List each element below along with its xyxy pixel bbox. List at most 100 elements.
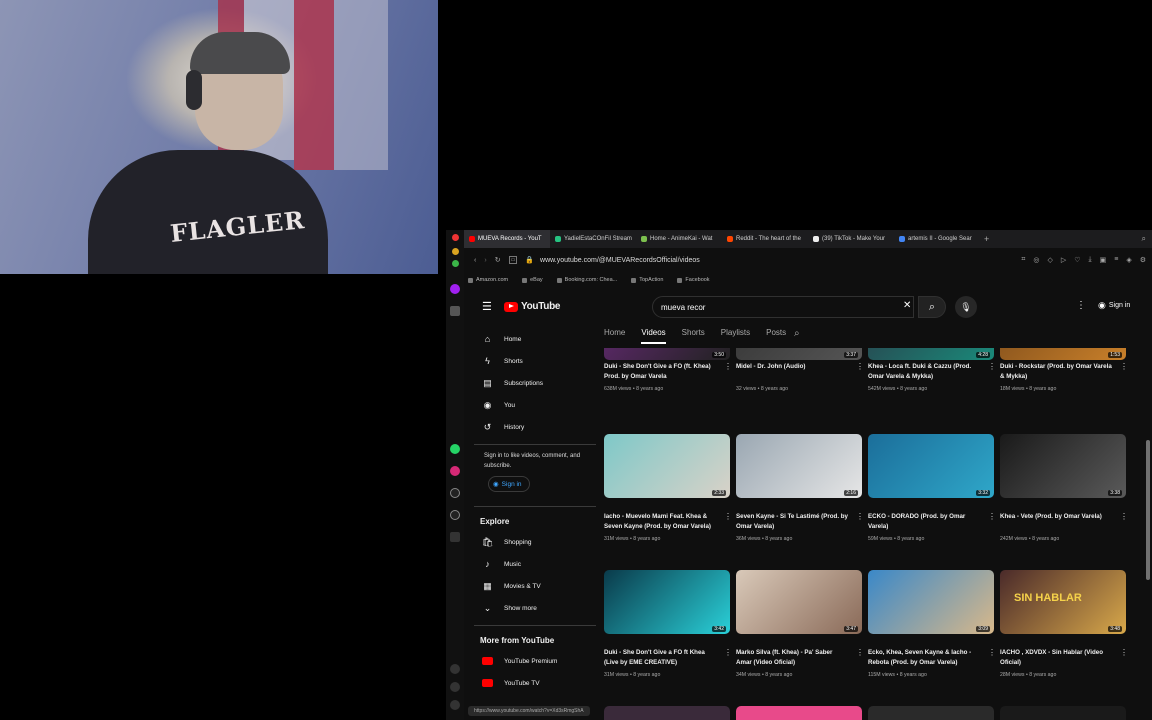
video-title[interactable]: Khea - Loca ft. Duki & Cazzu (Prod. Omar…: [868, 362, 980, 382]
channel-tab[interactable]: Home: [604, 328, 625, 344]
browser-tab[interactable]: artemis II - Google Sear: [894, 230, 980, 248]
video-kebab-icon[interactable]: ⋮: [1120, 648, 1128, 657]
video-title[interactable]: Iacho - Muevelo Mami Feat. Khea & Seven …: [604, 512, 716, 532]
bookmark-item[interactable]: TopAction: [631, 277, 663, 283]
sidebar-sign-in-button[interactable]: ◉ Sign in: [488, 476, 530, 492]
tab-search-icon[interactable]: ⌕: [1142, 234, 1146, 244]
video-card[interactable]: SIN HABLAR 3:48 IACHO , XDVDX - Sin Hablar…: [1000, 570, 1128, 690]
sidebar-item[interactable]: ▤ Subscriptions: [474, 372, 596, 394]
whatsapp-icon[interactable]: [450, 444, 460, 454]
channel-tab[interactable]: Shorts: [682, 328, 705, 344]
video-title[interactable]: Ecko, Khea, Seven Kayne & Iacho - Rebota…: [868, 648, 980, 668]
bookmark-item[interactable]: Facebook: [677, 277, 710, 283]
video-thumbnail[interactable]: 1:53: [1000, 348, 1126, 360]
video-kebab-icon[interactable]: ⋮: [724, 648, 732, 657]
site-info-icon[interactable]: ▭: [508, 256, 518, 264]
bookmark-add-icon[interactable]: ◇: [1047, 256, 1052, 264]
browser-tab[interactable]: Home - AnimeKai - Wat: [636, 230, 722, 248]
video-title[interactable]: ECKO - DORADO (Prod. by Omar Varela): [868, 512, 980, 532]
video-card[interactable]: 3:38 Khea - Vete (Prod. by Omar Varela) ⋮ 2…: [1000, 434, 1128, 554]
video-card[interactable]: 3:09 Ecko, Khea, Seven Kayne & Iacho - Re…: [868, 570, 996, 690]
channel-tab[interactable]: Posts: [766, 328, 786, 344]
sidebar-item[interactable]: ◉ You: [474, 394, 596, 416]
scrollbar[interactable]: [1146, 440, 1150, 580]
video-title[interactable]: Duki - She Don't Give a FO ft Khea (Live…: [604, 648, 716, 668]
video-thumbnail[interactable]: 2:16: [736, 434, 862, 498]
back-icon[interactable]: ‹: [474, 257, 476, 264]
sidebar-item[interactable]: ⌄ Show more: [474, 597, 596, 619]
extensions-icon[interactable]: ◈: [1126, 256, 1131, 264]
maximize-dot[interactable]: [452, 260, 459, 267]
video-kebab-icon[interactable]: ⋮: [988, 512, 996, 521]
sidebar-item[interactable]: YouTube TV: [474, 672, 596, 694]
channel-tab[interactable]: Videos: [641, 328, 666, 344]
heart-icon[interactable]: [450, 664, 460, 674]
video-title[interactable]: IACHO , XDVDX - Sin Hablar (Video Oficia…: [1000, 648, 1112, 668]
instagram-icon[interactable]: [450, 466, 460, 476]
video-title[interactable]: Khea - Vete (Prod. by Omar Varela): [1000, 512, 1112, 522]
video-kebab-icon[interactable]: ⋮: [856, 648, 864, 657]
video-thumbnail[interactable]: 3:09: [868, 570, 994, 634]
video-title[interactable]: Duki - She Don't Give a FO (ft. Khea) Pr…: [604, 362, 716, 382]
search-button[interactable]: ⌕: [918, 296, 946, 318]
player-icon[interactable]: ▷: [1061, 256, 1066, 264]
video-thumbnail-partial[interactable]: [604, 706, 730, 720]
browser-tab[interactable]: (39) TikTok - Make Your: [808, 230, 894, 248]
video-card[interactable]: 3:32 ECKO - DORADO (Prod. by Omar Varela)…: [868, 434, 996, 554]
video-kebab-icon[interactable]: ⋮: [856, 362, 864, 371]
video-kebab-icon[interactable]: ⋮: [856, 512, 864, 521]
sign-in-button[interactable]: ◉ Sign in: [1098, 300, 1130, 311]
hamburger-menu-icon[interactable]: ☰: [482, 300, 492, 313]
sidebar-item[interactable]: ↺ History: [474, 416, 596, 438]
video-thumbnail[interactable]: 3:47: [736, 570, 862, 634]
video-thumbnail[interactable]: SIN HABLAR 3:48: [1000, 570, 1126, 634]
sidebar-item[interactable]: ⌂ Home: [474, 328, 596, 350]
extension-icon[interactable]: [450, 306, 460, 316]
bookmark-item[interactable]: Amazon.com: [468, 277, 508, 283]
video-kebab-icon[interactable]: ⋮: [724, 362, 732, 371]
video-card[interactable]: 2:33 Iacho - Muevelo Mami Feat. Khea & Se…: [604, 434, 732, 554]
camera-icon[interactable]: ◎: [1033, 256, 1039, 264]
snapshot-icon[interactable]: ▣: [1100, 256, 1107, 264]
youtube-logo[interactable]: YouTube: [504, 301, 561, 312]
reload-icon[interactable]: ↻: [495, 256, 501, 264]
video-title[interactable]: Marko Silva (ft. Khea) - Pa' Saber Amar …: [736, 648, 848, 668]
video-thumbnail[interactable]: 3:50: [604, 348, 730, 360]
easy-setup-icon[interactable]: ⚙: [1140, 256, 1146, 264]
screenshot-icon[interactable]: ⌗: [1021, 256, 1025, 264]
video-thumbnail[interactable]: 3:32: [868, 434, 994, 498]
search-input[interactable]: mueva recor: [652, 296, 914, 318]
browser-tab[interactable]: YadielEstaCOnFil Stream: [550, 230, 636, 248]
more-icon[interactable]: [450, 700, 460, 710]
video-thumbnail[interactable]: 4:28: [868, 348, 994, 360]
minimize-dot[interactable]: [452, 248, 459, 255]
channel-search-icon[interactable]: ⌕: [794, 328, 800, 339]
browser-tab[interactable]: Reddit - The heart of the: [722, 230, 808, 248]
video-title[interactable]: Seven Kayne - Si Te Lastimé (Prod. by Om…: [736, 512, 848, 532]
forward-icon[interactable]: ›: [484, 257, 486, 264]
video-kebab-icon[interactable]: ⋮: [988, 362, 996, 371]
aria-icon[interactable]: [450, 284, 460, 294]
history-icon[interactable]: [450, 682, 460, 692]
favorite-icon[interactable]: ♡: [1074, 256, 1080, 264]
video-card[interactable]: 3:47 Marko Silva (ft. Khea) - Pa' Saber A…: [736, 570, 864, 690]
video-kebab-icon[interactable]: ⋮: [724, 512, 732, 521]
sidebar-item[interactable]: YouTube Premium: [474, 650, 596, 672]
settings-kebab-icon[interactable]: ⋮: [1076, 300, 1086, 311]
voice-search-button[interactable]: 🎙: [955, 296, 977, 318]
channel-tab[interactable]: Playlists: [721, 328, 750, 344]
url-field[interactable]: www.youtube.com/@MUEVARecordsOfficial/vi…: [540, 257, 700, 264]
video-kebab-icon[interactable]: ⋮: [988, 648, 996, 657]
video-thumbnail-partial[interactable]: [868, 706, 994, 720]
video-thumbnail[interactable]: 3:42: [604, 570, 730, 634]
browser-tab[interactable]: MUEVA Records - YouT: [464, 230, 550, 248]
bookmark-item[interactable]: eBay: [522, 277, 543, 283]
video-thumbnail-partial[interactable]: [736, 706, 862, 720]
bookmark-item[interactable]: Booking.com: Chea...: [556, 277, 617, 283]
new-tab-button[interactable]: +: [984, 234, 989, 244]
download-icon[interactable]: ⤓: [1089, 256, 1092, 264]
video-kebab-icon[interactable]: ⋮: [1120, 512, 1128, 521]
menu-icon[interactable]: ≡: [1114, 256, 1118, 264]
video-thumbnail[interactable]: 3:38: [1000, 434, 1126, 498]
video-thumbnail-partial[interactable]: [1000, 706, 1126, 720]
